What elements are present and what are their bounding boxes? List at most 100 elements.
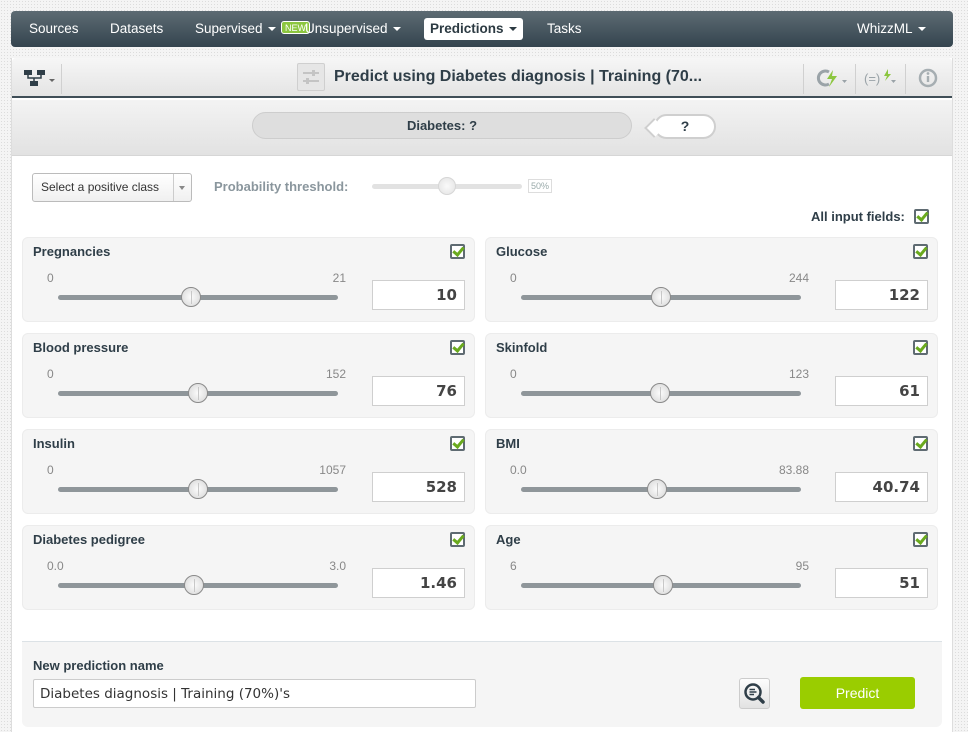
info-icon[interactable]: [917, 67, 939, 89]
field-card-insulin: Insulin 0 1057: [22, 429, 475, 514]
prediction-result: ?: [654, 114, 716, 139]
field-max: 21: [332, 271, 346, 285]
chevron-down-icon: [392, 27, 401, 32]
top-navbar: Sources Datasets Supervised NEW Unsuperv…: [11, 11, 953, 47]
field-include-checkbox[interactable]: [913, 244, 928, 259]
field-name: Pregnancies: [33, 244, 111, 259]
nav-datasets[interactable]: Datasets: [104, 18, 169, 40]
field-value-input[interactable]: [835, 472, 928, 502]
nav-unsupervised-label: Unsupervised: [305, 21, 388, 36]
prediction-result-bar: Diabetes: ? ?: [12, 100, 952, 156]
field-name: Age: [496, 532, 521, 547]
field-slider-handle[interactable]: [181, 287, 202, 307]
nav-unsupervised[interactable]: Unsupervised: [299, 18, 407, 40]
nav-predictions[interactable]: Predictions: [424, 18, 523, 40]
field-slider-handle[interactable]: [187, 479, 208, 499]
prediction-panel: Predict using Diabetes diagnosis | Train…: [11, 58, 953, 732]
field-slider-handle[interactable]: [651, 287, 671, 307]
field-include-checkbox[interactable]: [450, 436, 465, 451]
field-value-input[interactable]: [372, 376, 465, 406]
field-min: 0: [510, 271, 517, 285]
nav-predictions-label: Predictions: [430, 21, 504, 36]
field-slider-handle[interactable]: [646, 479, 667, 499]
field-card-blood-pressure: Blood pressure 0 152: [22, 333, 475, 418]
field-value-input[interactable]: [372, 472, 465, 502]
field-card-glucose: Glucose 0 244: [485, 237, 938, 322]
field-include-checkbox[interactable]: [913, 436, 928, 451]
field-name: Glucose: [496, 244, 548, 259]
field-slider-handle[interactable]: [188, 383, 208, 403]
chevron-down-icon: [173, 174, 191, 201]
field-card-diabetes-pedigree: Diabetes pedigree 0.0 3.0: [22, 525, 475, 610]
nav-sources[interactable]: Sources: [23, 18, 85, 40]
field-min: 6: [510, 559, 517, 573]
field-min: 0: [47, 271, 54, 285]
field-value-input[interactable]: [835, 280, 928, 310]
nav-tasks-label: Tasks: [547, 21, 582, 36]
svg-text:(=): (=): [864, 71, 880, 86]
page-title: Predict using Diabetes diagnosis | Train…: [334, 68, 703, 85]
whizzml-script-icon[interactable]: (=): [864, 67, 900, 89]
field-max: 95: [795, 559, 809, 573]
field-card-skinfold: Skinfold 0 123: [485, 333, 938, 418]
field-card-pregnancies: Pregnancies 0 21: [22, 237, 475, 322]
toolbar-divider: [61, 64, 62, 94]
field-max: 152: [325, 367, 346, 381]
field-min: 0: [47, 463, 54, 477]
field-max: 1057: [319, 463, 346, 477]
nav-whizzml[interactable]: WhizzML: [851, 18, 932, 40]
field-slider-handle[interactable]: [652, 575, 673, 595]
nav-supervised[interactable]: Supervised: [189, 18, 282, 40]
field-max: 3.0: [329, 559, 346, 573]
all-input-fields-checkbox[interactable]: [914, 209, 929, 224]
field-include-checkbox[interactable]: [450, 244, 465, 259]
toolbar: Predict using Diabetes diagnosis | Train…: [12, 58, 952, 98]
preview-button[interactable]: [739, 678, 770, 709]
chevron-down-icon: [917, 27, 926, 32]
field-min: 0.0: [510, 463, 527, 477]
model-tree-icon[interactable]: [22, 68, 58, 88]
toolbar-divider: [855, 64, 856, 94]
chevron-down-icon: [508, 27, 517, 32]
field-value-input[interactable]: [835, 376, 928, 406]
field-min: 0.0: [47, 559, 64, 573]
field-name: BMI: [496, 436, 520, 451]
preview-search-icon: [744, 683, 765, 704]
field-value-input[interactable]: [372, 280, 465, 310]
field-min: 0: [510, 367, 517, 381]
nav-tasks[interactable]: Tasks: [541, 18, 588, 40]
all-input-fields-label: All input fields:: [811, 209, 905, 224]
nav-whizzml-label: WhizzML: [857, 21, 913, 36]
field-include-checkbox[interactable]: [913, 340, 928, 355]
predict-button[interactable]: Predict: [800, 677, 915, 709]
field-name: Blood pressure: [33, 340, 129, 355]
field-include-checkbox[interactable]: [450, 340, 465, 355]
prediction-name-input[interactable]: [33, 679, 476, 708]
field-slider-handle[interactable]: [649, 383, 670, 403]
field-include-checkbox[interactable]: [913, 532, 928, 547]
field-max: 123: [788, 367, 809, 381]
field-name: Diabetes pedigree: [33, 532, 145, 547]
positive-class-select[interactable]: Select a positive class: [32, 173, 192, 202]
positive-class-placeholder: Select a positive class: [41, 180, 160, 194]
field-max: 244: [788, 271, 809, 285]
toolbar-divider: [803, 64, 804, 94]
chevron-down-icon: [267, 27, 276, 32]
nav-supervised-label: Supervised: [195, 21, 263, 36]
prediction-name-label: New prediction name: [33, 658, 164, 673]
objective-field-label: Diabetes: ?: [252, 112, 632, 139]
field-value-input[interactable]: [372, 568, 465, 598]
probability-threshold-label: Probability threshold:: [214, 179, 349, 194]
probability-threshold-handle[interactable]: [438, 177, 456, 195]
field-name: Skinfold: [496, 340, 548, 355]
field-value-input[interactable]: [835, 568, 928, 598]
field-slider-handle[interactable]: [184, 575, 205, 595]
batch-predict-icon[interactable]: [815, 67, 851, 89]
field-include-checkbox[interactable]: [450, 532, 465, 547]
field-name: Insulin: [33, 436, 75, 451]
nav-sources-label: Sources: [29, 21, 79, 36]
field-card-bmi: BMI 0.0 83.88: [485, 429, 938, 514]
sliders-icon: [297, 63, 325, 91]
nav-datasets-label: Datasets: [110, 21, 164, 36]
field-min: 0: [47, 367, 54, 381]
